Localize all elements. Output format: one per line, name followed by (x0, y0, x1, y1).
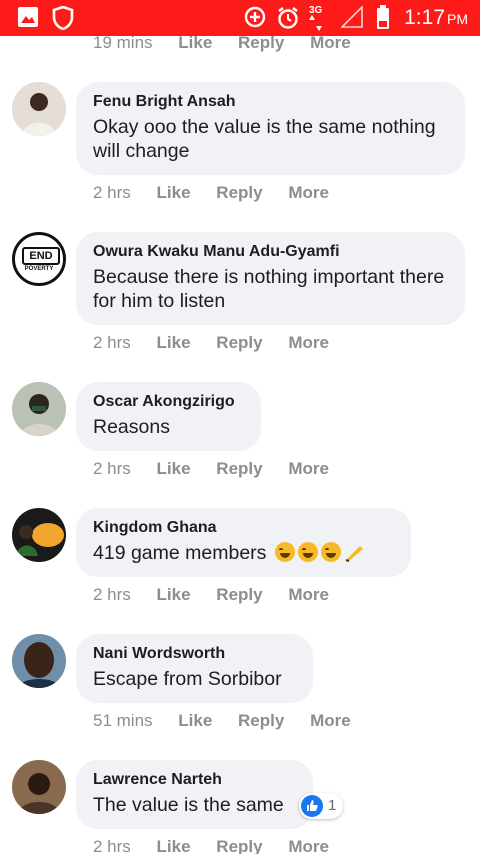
comment-author[interactable]: Nani Wordsworth (93, 644, 296, 663)
comment-actions: 19 mins Like Reply More (93, 36, 372, 53)
comment-time: 2 hrs (93, 183, 131, 202)
comment-time: 19 mins (93, 36, 153, 52)
more-button[interactable]: More (288, 183, 329, 203)
comment-bubble[interactable]: Owura Kwaku Manu Adu-Gyamfi Because ther… (76, 232, 465, 325)
avatar[interactable]: END POVERTY (12, 232, 66, 286)
reply-button[interactable]: Reply (216, 333, 262, 353)
comment-text: Escape from Sorbibor (93, 668, 282, 690)
more-button[interactable]: More (288, 585, 329, 605)
battery-icon (377, 5, 389, 29)
signal-icon (341, 6, 363, 28)
more-button[interactable]: More (310, 36, 351, 53)
comment-author[interactable]: Owura Kwaku Manu Adu-Gyamfi (93, 242, 448, 261)
comment-actions: 2 hrs Like Reply More (93, 183, 350, 203)
laughing-emoji (320, 542, 341, 562)
clock: 1:17 PM (404, 6, 468, 30)
avatar-photo (12, 508, 66, 562)
comment-actions: 51 mins Like Reply More (93, 711, 372, 731)
laughing-emoji (274, 542, 295, 562)
like-reaction-icon (301, 795, 323, 817)
avatar[interactable] (12, 82, 66, 136)
comment-text: Because there is nothing important there… (93, 266, 445, 312)
comment-bubble[interactable]: Fenu Bright Ansah Okay ooo the value is … (76, 82, 465, 175)
like-button[interactable]: Like (157, 837, 191, 854)
comment-actions: 2 hrs Like Reply More (93, 585, 350, 605)
comment-text: Reasons (93, 416, 170, 438)
comment-text: The value is the same (93, 794, 284, 816)
reply-button[interactable]: Reply (238, 36, 284, 53)
avatar-photo (12, 760, 66, 814)
status-bar: 3G 1:17 PM (0, 0, 480, 36)
comment-author[interactable]: Lawrence Narteh (93, 770, 296, 789)
comment-time: 2 hrs (93, 837, 131, 854)
data-arrows-icon (309, 15, 322, 31)
writing-hand-emoji (345, 546, 363, 562)
comment-bubble[interactable]: Nani Wordsworth Escape from Sorbibor (76, 634, 313, 703)
reply-button[interactable]: Reply (216, 585, 262, 605)
reply-button[interactable]: Reply (238, 711, 284, 731)
comment-time: 51 mins (93, 711, 153, 730)
like-button[interactable]: Like (157, 333, 191, 353)
like-button[interactable]: Like (157, 459, 191, 479)
comment-bubble[interactable]: Oscar Akongzirigo Reasons (76, 382, 261, 451)
avatar[interactable] (12, 508, 66, 562)
clock-ampm: PM (447, 11, 468, 27)
gallery-icon (18, 7, 38, 27)
comment-bubble[interactable]: Kingdom Ghana 419 game members (76, 508, 411, 577)
comment-text: Okay ooo the value is the same nothing w… (93, 116, 436, 162)
thumbs-up-icon (307, 800, 318, 811)
data-saver-icon (244, 6, 266, 28)
more-button[interactable]: More (310, 711, 351, 731)
like-button[interactable]: Like (157, 183, 191, 203)
more-button[interactable]: More (288, 837, 329, 854)
shield-icon (52, 6, 74, 30)
comment-actions: 2 hrs Like Reply More (93, 459, 350, 479)
avatar[interactable] (12, 382, 66, 436)
comment-author[interactable]: Kingdom Ghana (93, 518, 394, 537)
comment-time: 2 hrs (93, 585, 131, 604)
avatar-photo (12, 634, 66, 688)
comment-author[interactable]: Fenu Bright Ansah (93, 92, 448, 111)
like-button[interactable]: Like (157, 585, 191, 605)
comment-author[interactable]: Oscar Akongzirigo (93, 392, 244, 411)
more-button[interactable]: More (288, 459, 329, 479)
reply-button[interactable]: Reply (216, 183, 262, 203)
comment-actions: 2 hrs Like Reply More (93, 837, 350, 854)
avatar[interactable] (12, 634, 66, 688)
avatar-photo (12, 382, 66, 436)
comment-list[interactable]: 19 mins Like Reply More Fenu Bright Ansa… (0, 36, 480, 854)
comment-text: 419 game members (93, 541, 394, 565)
more-button[interactable]: More (288, 333, 329, 353)
laughing-emoji (297, 542, 318, 562)
reply-button[interactable]: Reply (216, 837, 262, 854)
comment-text-content: 419 game members (93, 542, 267, 564)
like-button[interactable]: Like (178, 711, 212, 731)
avatar-logo-text: END (22, 247, 60, 265)
comment-actions: 2 hrs Like Reply More (93, 333, 350, 353)
like-button[interactable]: Like (178, 36, 212, 53)
avatar-photo (12, 82, 66, 136)
reaction-count: 1 (328, 797, 337, 814)
comment-time: 2 hrs (93, 459, 131, 478)
clock-time: 1:17 (404, 6, 445, 29)
reaction-summary[interactable]: 1 (299, 793, 343, 819)
avatar[interactable] (12, 760, 66, 814)
avatar-logo-subtext: POVERTY (24, 266, 54, 272)
reply-button[interactable]: Reply (216, 459, 262, 479)
comment-time: 2 hrs (93, 333, 131, 352)
comment-bubble[interactable]: Lawrence Narteh The value is the same (76, 760, 313, 829)
alarm-icon (278, 7, 298, 29)
